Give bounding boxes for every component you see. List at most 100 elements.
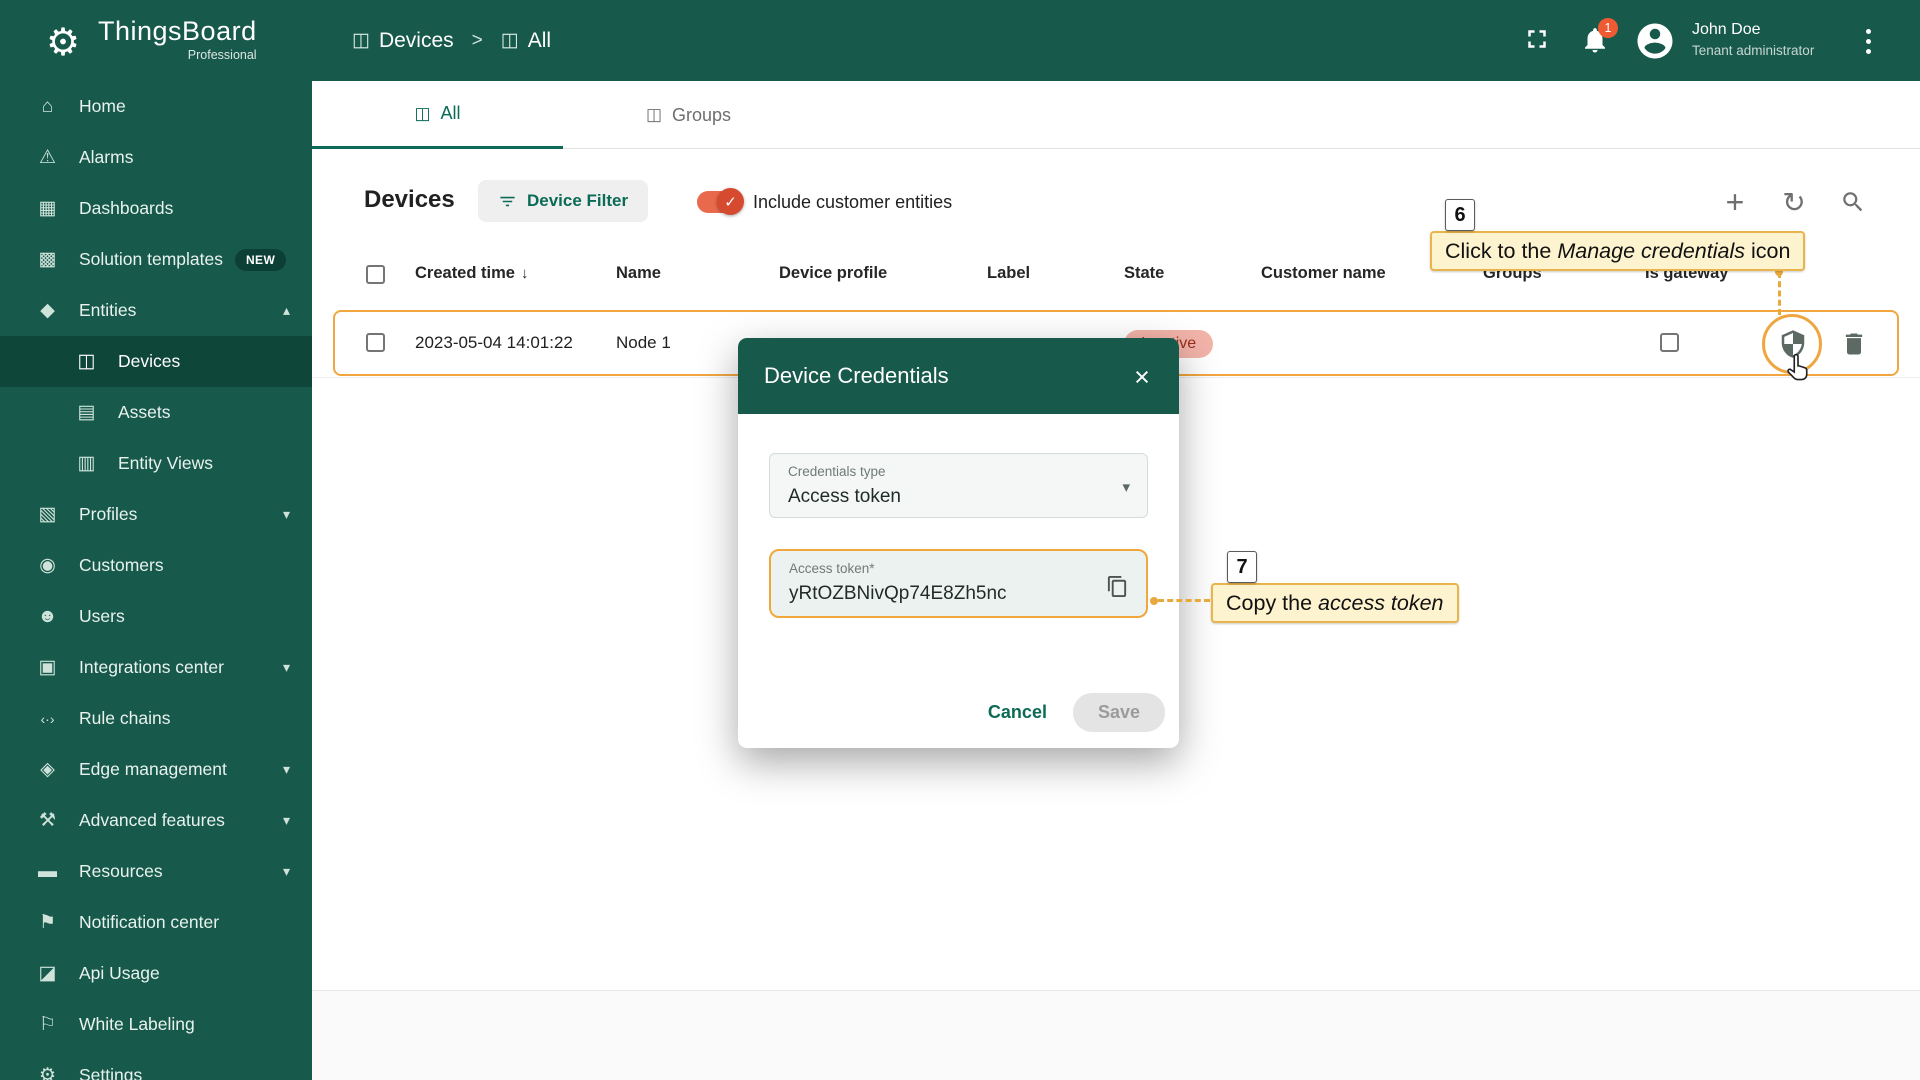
toggle-thumb: ✓ xyxy=(717,188,744,215)
chevron-down-icon: ▾ xyxy=(283,506,290,523)
tab-groups[interactable]: ◫ Groups xyxy=(563,81,814,149)
sidebar-item-devices[interactable]: ◫ Devices xyxy=(0,336,312,387)
access-token-field[interactable]: Access token* yRtOZBNivQp74E8Zh5nc xyxy=(769,549,1148,618)
user-menu[interactable]: John Doe Tenant administrator xyxy=(1692,21,1814,58)
sidebar-item-rule-chains[interactable]: ‹·› Rule chains xyxy=(0,693,312,744)
include-customer-entities-toggle[interactable]: ✓ xyxy=(697,191,742,213)
annotation-connector-line xyxy=(1158,599,1210,602)
solution-templates-icon: ▩ xyxy=(34,248,61,271)
sidebar-item-integrations-center[interactable]: ▣ Integrations center ▾ xyxy=(0,642,312,693)
users-icon: ☻ xyxy=(34,606,61,628)
sidebar-item-alarms[interactable]: ⚠ Alarms xyxy=(0,132,312,183)
delete-device-button[interactable] xyxy=(1834,324,1874,364)
device-filter-button[interactable]: Device Filter xyxy=(478,180,648,222)
sidebar-item-advanced-features[interactable]: ⚒ Advanced features ▾ xyxy=(0,795,312,846)
sidebar-item-notification-center[interactable]: ⚑ Notification center xyxy=(0,897,312,948)
fullscreen-button[interactable] xyxy=(1522,24,1552,57)
sidebar-item-white-labeling[interactable]: ⚐ White Labeling xyxy=(0,999,312,1050)
manage-credentials-button[interactable] xyxy=(1773,324,1813,364)
devices-board-icon: ◫ xyxy=(352,29,370,52)
resources-icon: ▬ xyxy=(34,861,61,883)
filter-icon xyxy=(498,192,517,211)
dialog-header: Device Credentials × xyxy=(738,338,1179,414)
advanced-features-icon: ⚒ xyxy=(34,809,61,832)
sidebar-item-edge-management[interactable]: ◈ Edge management ▾ xyxy=(0,744,312,795)
breadcrumb-all[interactable]: ◫ All xyxy=(501,29,551,53)
column-header-name[interactable]: Name xyxy=(616,264,661,283)
sidebar-item-settings[interactable]: ⚙ Settings xyxy=(0,1050,312,1080)
assets-icon: ▤ xyxy=(73,401,100,424)
sidebar-item-entity-views[interactable]: ▥ Entity Views xyxy=(0,438,312,489)
integrations-icon: ▣ xyxy=(34,656,61,679)
sidebar-item-resources[interactable]: ▬ Resources ▾ xyxy=(0,846,312,897)
select-all-checkbox[interactable] xyxy=(366,265,385,284)
is-gateway-checkbox[interactable] xyxy=(1660,333,1679,352)
profiles-icon: ▧ xyxy=(34,503,61,526)
api-usage-icon: ◪ xyxy=(34,962,61,985)
device-credentials-dialog: Device Credentials × Credentials type Ac… xyxy=(738,338,1179,748)
chevron-down-icon: ▾ xyxy=(283,812,290,829)
user-avatar[interactable] xyxy=(1634,20,1676,67)
breadcrumb-devices[interactable]: ◫ Devices xyxy=(352,29,454,53)
more-options-button[interactable] xyxy=(1866,26,1871,57)
column-header-state[interactable]: State xyxy=(1124,264,1164,283)
sidebar-item-solution-templates[interactable]: ▩ Solution templates NEW xyxy=(0,234,312,285)
row-checkbox[interactable] xyxy=(366,333,385,352)
cancel-button[interactable]: Cancel xyxy=(970,693,1065,732)
customers-icon: ◉ xyxy=(34,554,61,577)
group-board-icon: ◫ xyxy=(501,29,519,52)
refresh-icon: ↻ xyxy=(1782,186,1805,219)
access-token-value: yRtOZBNivQp74E8Zh5nc xyxy=(789,583,1007,605)
column-header-customer-name[interactable]: Customer name xyxy=(1261,264,1386,283)
sidebar-item-home[interactable]: ⌂ Home xyxy=(0,81,312,132)
save-button[interactable]: Save xyxy=(1073,693,1165,732)
column-header-label[interactable]: Label xyxy=(987,264,1030,283)
logo-subtitle: Professional xyxy=(98,48,257,62)
annotation-step7-callout: Copy the access token xyxy=(1211,583,1459,623)
annotation-step-number: 7 xyxy=(1227,551,1257,583)
sidebar-item-customers[interactable]: ◉ Customers xyxy=(0,540,312,591)
sidebar-item-dashboards[interactable]: ▦ Dashboards xyxy=(0,183,312,234)
logo[interactable]: ThingsBoard Professional xyxy=(98,16,257,62)
column-header-device-profile[interactable]: Device profile xyxy=(779,264,887,283)
tab-bar: ◫ All ◫ Groups xyxy=(312,81,1920,149)
search-icon xyxy=(1840,189,1866,215)
search-button[interactable] xyxy=(1835,184,1871,220)
credentials-type-select[interactable]: Credentials type Access token ▾ xyxy=(769,453,1148,518)
tab-all[interactable]: ◫ All xyxy=(312,81,563,149)
notifications-badge: 1 xyxy=(1598,18,1618,38)
annotation-connector-dot xyxy=(1150,597,1158,605)
column-header-created-time[interactable]: Created time↓ xyxy=(415,264,528,283)
refresh-button[interactable]: ↻ xyxy=(1776,184,1812,220)
sidebar-item-users[interactable]: ☻ Users xyxy=(0,591,312,642)
cell-created-time: 2023-05-04 14:01:22 xyxy=(415,333,573,353)
breadcrumb: ◫ Devices > ◫ All xyxy=(352,0,551,81)
sidebar-item-api-usage[interactable]: ◪ Api Usage xyxy=(0,948,312,999)
settings-icon: ⚙ xyxy=(34,1064,61,1080)
plus-icon: + xyxy=(1726,184,1745,221)
white-labeling-icon: ⚐ xyxy=(34,1013,61,1036)
user-role: Tenant administrator xyxy=(1692,43,1814,58)
copy-token-button[interactable] xyxy=(1100,569,1134,603)
add-device-button[interactable]: + xyxy=(1717,184,1753,220)
shield-security-icon xyxy=(1778,329,1808,359)
sidebar-item-assets[interactable]: ▤ Assets xyxy=(0,387,312,438)
logo-title: ThingsBoard xyxy=(98,16,257,47)
notifications-button[interactable]: 1 xyxy=(1580,25,1610,58)
access-token-label: Access token* xyxy=(789,561,875,576)
user-name: John Doe xyxy=(1692,21,1814,39)
thingsboard-app: ⚙ ThingsBoard Professional ◫ Devices > ◫… xyxy=(0,0,1920,1080)
chevron-down-icon: ▾ xyxy=(283,863,290,880)
fullscreen-icon xyxy=(1522,42,1552,57)
annotation-connector-line xyxy=(1778,272,1781,315)
cell-name: Node 1 xyxy=(616,333,671,353)
sidebar-item-entities[interactable]: ◆ Entities ▴ xyxy=(0,285,312,336)
dialog-title: Device Credentials xyxy=(764,363,949,389)
sidebar-item-profiles[interactable]: ▧ Profiles ▾ xyxy=(0,489,312,540)
annotation-step6-callout: Click to the Manage credentials icon xyxy=(1430,231,1805,271)
group-board-icon: ◫ xyxy=(646,105,662,125)
devices-board-icon: ◫ xyxy=(414,104,430,124)
kebab-icon xyxy=(1866,29,1871,34)
close-dialog-button[interactable]: × xyxy=(1125,360,1159,394)
breadcrumb-separator: > xyxy=(472,30,483,52)
